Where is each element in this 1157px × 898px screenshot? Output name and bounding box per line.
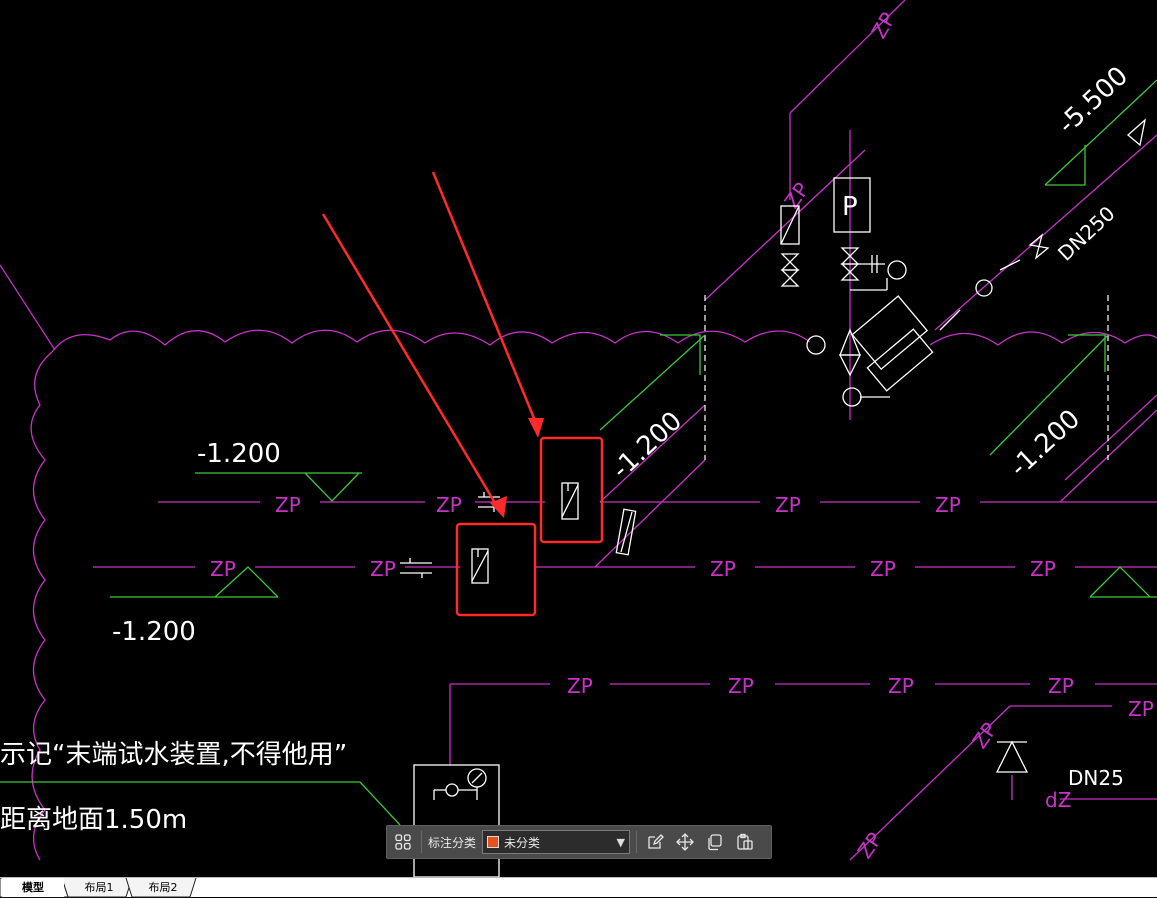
zp-labels: ZP ZP ZP ZP ZP ZP ZP ZP ZP ZP ZP ZP ZP Z… (210, 8, 1154, 863)
paste-icon[interactable] (733, 830, 757, 854)
pump-label: P (842, 192, 858, 222)
highlight-annotations (321, 171, 604, 617)
edit-icon[interactable] (643, 830, 667, 854)
pipe-label: ZP (436, 493, 462, 517)
pipe-label: ZP (779, 178, 813, 213)
note-line: 距离地面1.50m (0, 805, 187, 835)
category-select-value: 未分类 (504, 835, 541, 850)
move-icon[interactable] (673, 830, 697, 854)
toolbar-separator (421, 831, 422, 853)
annotation-toolbar: 标注分类 未分类 ▼ (386, 825, 772, 859)
end-test-device (413, 764, 500, 877)
pipe-label: ZP (710, 557, 736, 581)
category-color-swatch (487, 836, 500, 848)
elevation-label: -1.200 (197, 439, 281, 469)
note-text: 示记“末端试水装置,不得他用” 距离地面1.50m (0, 740, 347, 835)
toolbar-separator (636, 831, 638, 853)
copy-icon[interactable] (703, 830, 727, 854)
chevron-down-icon: ▼ (616, 835, 626, 849)
dn-label: DN250 (1053, 201, 1120, 265)
pipe-label: ZP (867, 8, 901, 42)
elevation-label: -5.500 (1052, 61, 1134, 140)
pipe-label: ZP (935, 493, 961, 517)
pipe-diagonal (0, 264, 56, 351)
elevation-labels: -1.200 -1.200 -1.200 -1.200 -5.500 DN250… (112, 61, 1134, 790)
highlight-arrow (321, 213, 500, 509)
tab-model[interactable]: 模型 (2, 878, 64, 897)
pipe-label: ZP (728, 674, 754, 698)
grid-icon[interactable] (391, 830, 415, 854)
annotation-category-label: 标注分类 (428, 835, 477, 850)
layout-tab-bar: 模型 布局1 布局2 (0, 877, 1157, 898)
revision-cloud (30, 329, 1157, 861)
pipe-label: ZP (567, 674, 593, 698)
check-valve-symbol (995, 740, 1029, 773)
elevation-label: -1.200 (606, 406, 688, 485)
tab-layout1[interactable]: 布局1 (68, 878, 130, 897)
pipe-label: ZP (852, 828, 886, 863)
note-line: 示记“末端试水装置,不得他用” (0, 740, 347, 770)
pipe-label: ZP (1048, 674, 1074, 698)
highlight-arrow (431, 171, 540, 429)
pipe-label: ZP (370, 557, 396, 581)
annotation-category-select[interactable]: 未分类 ▼ (482, 830, 631, 854)
cad-drawing-canvas[interactable]: -1.200 -1.200 -1.200 -1.200 -5.500 DN250… (0, 0, 1157, 877)
pipe-label: ZP (888, 674, 914, 698)
pipe-label: ZP (870, 557, 896, 581)
pipe-label: ZP (1128, 697, 1154, 721)
tab-layout2[interactable]: 布局2 (132, 878, 194, 897)
pipe-label: ZP (210, 557, 236, 581)
pipe-label: ZP (967, 718, 1001, 753)
elevation-markers (0, 79, 1157, 826)
pump-assembly: P (780, 118, 1147, 407)
dz-label: dZ (1045, 788, 1071, 812)
pipe-label: ZP (275, 493, 301, 517)
pipe-label: ZP (1030, 557, 1056, 581)
elevation-label: -1.200 (112, 617, 196, 647)
highlight-box (455, 522, 537, 617)
pipe-label: ZP (775, 493, 801, 517)
highlight-box (539, 436, 604, 544)
dn-label: DN25 (1068, 766, 1124, 790)
